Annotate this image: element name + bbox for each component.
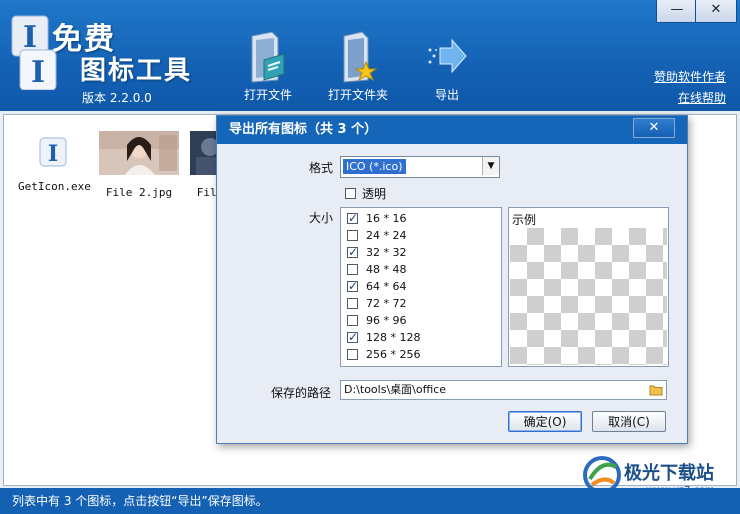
save-path-input[interactable]: D:\tools\桌面\office xyxy=(340,380,667,400)
minimize-button[interactable]: — xyxy=(656,0,698,23)
size-option-label: 24 * 24 xyxy=(366,228,407,242)
size-option-label: 128 * 128 xyxy=(366,330,421,344)
size-list[interactable]: 16 * 16 24 * 24 32 * 32 48 * 48 64 * 64 … xyxy=(340,207,502,367)
version-label: 版本 2.2.0.0 xyxy=(82,91,152,105)
open-folder-icon xyxy=(343,31,378,83)
file-name: GetIcon.exe xyxy=(18,180,91,193)
size-option-label: 16 * 16 xyxy=(366,211,407,225)
app-header: I I 免费 图标工具 版本 2.2.0.0 打开文件 打开文件夹 导出 — ✕ xyxy=(0,0,740,111)
status-bar: 列表中有 3 个图标，点击按钮“导出”保存图标。 xyxy=(0,488,740,514)
svg-text:I: I xyxy=(48,141,58,167)
size-option-label: 72 * 72 xyxy=(366,296,407,310)
open-folder-button[interactable]: 打开文件夹 xyxy=(325,30,391,103)
size-option[interactable]: 24 * 24 xyxy=(347,226,407,243)
checkbox-box[interactable] xyxy=(347,263,358,275)
size-option[interactable]: 32 * 32 xyxy=(347,243,407,261)
export-label: 导出 xyxy=(434,88,459,102)
app-icon: I xyxy=(39,137,67,167)
cancel-button[interactable]: 取消(C) xyxy=(592,411,666,432)
checkbox-box[interactable] xyxy=(347,210,358,227)
save-path-value: D:\tools\桌面\office xyxy=(344,383,447,396)
size-option-label: 64 * 64 xyxy=(366,279,407,293)
preview-panel: 示例 xyxy=(508,207,669,367)
dialog-title: 导出所有图标（共 3 个） xyxy=(229,122,378,137)
checkbox-box[interactable] xyxy=(345,188,356,199)
checkbox-box[interactable] xyxy=(347,348,358,360)
watermark-text: 极光下载站 xyxy=(624,463,714,484)
format-label: 格式 xyxy=(309,161,334,175)
size-option[interactable]: 64 * 64 xyxy=(347,277,407,295)
file-name: File 2.jpg xyxy=(105,186,173,199)
chevron-down-icon[interactable]: ▼ xyxy=(482,157,499,175)
export-dialog: 导出所有图标（共 3 个） ✕ 格式 ICO (*.ico) ▼ 透明 大小 1… xyxy=(216,115,688,444)
path-label: 保存的路径 xyxy=(271,386,332,400)
size-option[interactable]: 16 * 16 xyxy=(347,209,407,227)
dialog-close-button[interactable]: ✕ xyxy=(633,118,675,138)
checkbox-box[interactable] xyxy=(347,229,358,241)
size-option[interactable]: 128 * 128 xyxy=(347,328,421,346)
open-folder-label: 打开文件夹 xyxy=(327,88,388,102)
size-label: 大小 xyxy=(309,211,334,225)
size-option-label: 32 * 32 xyxy=(366,245,407,259)
format-selected-value: ICO (*.ico) xyxy=(343,159,406,174)
size-option-label: 96 * 96 xyxy=(366,313,407,327)
checkbox-box[interactable] xyxy=(347,297,358,309)
help-link[interactable]: 在线帮助 xyxy=(678,89,726,106)
open-file-icon xyxy=(251,31,285,83)
transparent-label: 透明 xyxy=(362,187,387,201)
transparent-checkbox[interactable]: 透明 xyxy=(345,185,386,202)
format-select[interactable]: ICO (*.ico) ▼ xyxy=(340,156,500,178)
checkbox-box[interactable] xyxy=(347,244,358,261)
size-option[interactable]: 72 * 72 xyxy=(347,294,407,311)
open-file-label: 打开文件 xyxy=(243,88,292,102)
folder-icon[interactable] xyxy=(649,384,663,396)
preview-label: 示例 xyxy=(512,213,537,227)
sponsor-link[interactable]: 赞助软件作者 xyxy=(654,68,726,85)
size-option-label: 256 * 256 xyxy=(366,347,421,361)
checkbox-box[interactable] xyxy=(347,314,358,326)
size-option-label: 48 * 48 xyxy=(366,262,407,276)
checkbox-box[interactable] xyxy=(347,278,358,295)
list-item[interactable]: I GetIcon.exe xyxy=(18,125,91,193)
size-option[interactable]: 256 * 256 xyxy=(347,345,420,362)
export-button[interactable]: 导出 xyxy=(424,30,470,103)
app-title-line2: 图标工具 xyxy=(80,56,193,86)
checkbox-box[interactable] xyxy=(347,329,358,346)
transparency-checkerboard xyxy=(510,228,667,365)
size-option[interactable]: 96 * 96 xyxy=(347,311,407,328)
dialog-title-bar: 导出所有图标（共 3 个） ✕ xyxy=(217,116,687,144)
svg-text:I: I xyxy=(31,55,45,90)
open-file-button[interactable]: 打开文件 xyxy=(240,30,296,103)
close-button[interactable]: ✕ xyxy=(695,0,737,23)
list-item[interactable]: File 2.jpg xyxy=(98,125,180,199)
ok-button[interactable]: 确定(O) xyxy=(508,411,582,432)
size-option[interactable]: 48 * 48 xyxy=(347,260,407,277)
export-arrow-icon xyxy=(428,38,467,74)
photo-thumbnail xyxy=(99,131,179,175)
